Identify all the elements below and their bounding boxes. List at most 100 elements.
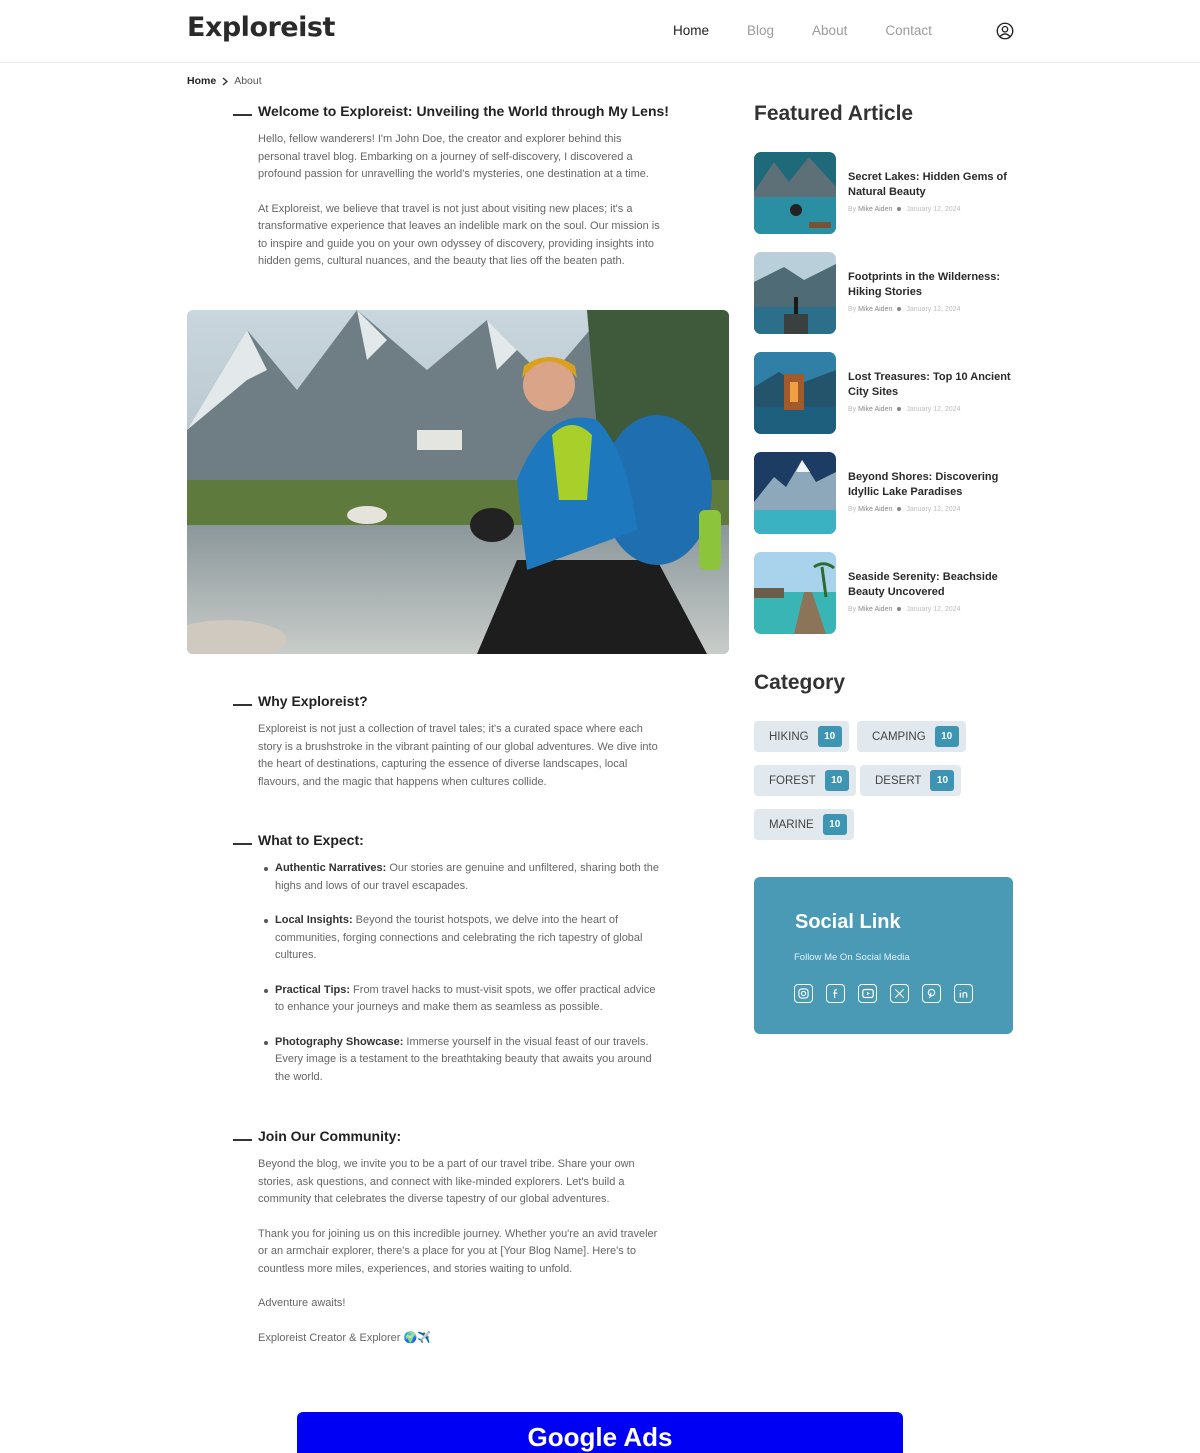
article-author[interactable]: Mike Aiden (858, 406, 892, 413)
why-paragraph: Exploreist is not just a collection of t… (258, 723, 658, 788)
why-heading-row: Why Exploreist? (233, 693, 673, 709)
breadcrumb-current: About (234, 75, 262, 87)
heading-dash (233, 114, 252, 116)
article-date: January 12, 2024 (906, 606, 961, 613)
article-author[interactable]: Mike Aiden (858, 506, 892, 513)
category-chip-desert[interactable]: DESERT 10 (860, 765, 962, 796)
article-meta: By Mike Aiden January 12, 2024 (848, 606, 960, 613)
google-ads-banner[interactable]: Google Ads (297, 1412, 903, 1453)
article-title[interactable]: Seaside Serenity: Beachside Beauty Uncov… (848, 570, 1013, 600)
article-date: January 12, 2024 (906, 406, 961, 413)
site-logo[interactable]: Exploreist (187, 12, 335, 43)
site-header: Exploreist Home Blog About Contact (0, 0, 1200, 63)
main-nav: Home Blog About Contact (673, 23, 970, 38)
community-heading: Join Our Community: (258, 1128, 402, 1144)
article-thumbnail-temple[interactable] (754, 352, 836, 434)
hero-image-hiker (187, 310, 729, 654)
article-title[interactable]: Lost Treasures: Top 10 Ancient City Site… (848, 370, 1013, 400)
nav-about[interactable]: About (812, 23, 847, 38)
community-paragraph-3: Adventure awaits! (258, 1297, 346, 1309)
article-title[interactable]: Footprints in the Wilderness: Hiking Sto… (848, 270, 1013, 300)
dot-separator (897, 407, 902, 412)
article-thumbnail-mountain-lake[interactable] (754, 452, 836, 534)
breadcrumb: Home About (187, 75, 262, 87)
meta-by: By (848, 406, 857, 413)
breadcrumb-home[interactable]: Home (187, 75, 216, 87)
list-item: Practical Tips: From travel hacks to mus… (264, 982, 665, 1017)
nav-home[interactable]: Home (673, 23, 709, 38)
article-title[interactable]: Beyond Shores: Discovering Idyllic Lake … (848, 470, 1013, 500)
social-title: Social Link (795, 911, 901, 933)
community-paragraph-2: Thank you for joining us on this incredi… (258, 1227, 658, 1275)
article-meta: By Mike Aiden January 12, 2024 (848, 206, 960, 213)
welcome-heading: Welcome to Exploreist: Unveiling the Wor… (258, 103, 669, 119)
category-name: HIKING (769, 730, 809, 743)
dot-separator (897, 507, 902, 512)
dot-separator (897, 207, 902, 212)
article-meta: By Mike Aiden January 12, 2024 (848, 506, 960, 513)
category-count-badge: 10 (817, 726, 842, 747)
article-thumbnail-beach[interactable] (754, 552, 836, 634)
list-item-title: Photography Showcase: (275, 1035, 404, 1048)
list-item: Authentic Narratives: Our stories are ge… (264, 860, 665, 895)
x-twitter-icon[interactable] (890, 984, 909, 1003)
category-title: Category (754, 671, 846, 694)
featured-article-card[interactable]: Secret Lakes: Hidden Gems of Natural Bea… (754, 152, 1014, 234)
nav-contact[interactable]: Contact (885, 23, 932, 38)
linkedin-icon[interactable] (954, 984, 973, 1003)
featured-article-title: Featured Article (754, 102, 914, 125)
heading-dash (233, 1139, 252, 1141)
heading-dash (233, 704, 252, 706)
article-author[interactable]: Mike Aiden (858, 606, 892, 613)
category-name: MARINE (769, 818, 814, 831)
category-count-badge: 10 (934, 726, 959, 747)
meta-by: By (848, 506, 857, 513)
article-meta: By Mike Aiden January 12, 2024 (848, 306, 960, 313)
article-thumbnail-lake[interactable] (754, 152, 836, 234)
youtube-icon[interactable] (858, 984, 877, 1003)
social-link-card: Social Link Follow Me On Social Media (754, 877, 1013, 1034)
article-date: January 12, 2024 (906, 206, 961, 213)
chevron-right-icon (222, 76, 229, 86)
why-heading: Why Exploreist? (258, 693, 368, 709)
why-section: Why Exploreist? Exploreist is not just a… (233, 693, 673, 791)
category-count-badge: 10 (824, 770, 849, 791)
article-author[interactable]: Mike Aiden (858, 306, 892, 313)
category-chip-forest[interactable]: FOREST 10 (754, 765, 856, 796)
category-chip-marine[interactable]: MARINE 10 (754, 809, 854, 840)
featured-article-card[interactable]: Seaside Serenity: Beachside Beauty Uncov… (754, 552, 1014, 634)
community-heading-row: Join Our Community: (233, 1128, 673, 1144)
ads-label: Google Ads (527, 1422, 673, 1452)
list-item-title: Authentic Narratives: (275, 862, 387, 874)
category-count-badge: 10 (930, 770, 955, 791)
community-paragraph-1: Beyond the blog, we invite you to be a p… (258, 1158, 635, 1205)
article-author[interactable]: Mike Aiden (858, 206, 892, 213)
instagram-icon[interactable] (794, 984, 813, 1003)
article-meta: By Mike Aiden January 12, 2024 (848, 406, 960, 413)
article-title[interactable]: Secret Lakes: Hidden Gems of Natural Bea… (848, 170, 1013, 200)
facebook-icon[interactable] (826, 984, 845, 1003)
list-item: Photography Showcase: Immerse yourself i… (264, 1034, 665, 1087)
expect-heading: What to Expect: (258, 832, 364, 848)
nav-blog[interactable]: Blog (747, 23, 774, 38)
category-chip-camping[interactable]: CAMPING 10 (857, 721, 966, 752)
featured-article-card[interactable]: Lost Treasures: Top 10 Ancient City Site… (754, 352, 1014, 434)
meta-by: By (848, 306, 857, 313)
expect-section: What to Expect: Authentic Narratives: Ou… (233, 832, 673, 1103)
category-name: DESERT (875, 774, 922, 787)
user-circle-icon[interactable] (996, 22, 1014, 40)
featured-article-card[interactable]: Beyond Shores: Discovering Idyllic Lake … (754, 452, 1014, 534)
dot-separator (897, 307, 902, 312)
list-item-title: Local Insights: (275, 914, 353, 926)
article-thumbnail-hiker[interactable] (754, 252, 836, 334)
heading-dash (233, 843, 252, 845)
meta-by: By (848, 206, 857, 213)
category-count-badge: 10 (822, 814, 847, 835)
welcome-paragraph-2: At Exploreist, we believe that travel is… (258, 202, 660, 268)
welcome-paragraph-1: Hello, fellow wanderers! I'm John Doe, t… (258, 133, 649, 180)
featured-article-card[interactable]: Footprints in the Wilderness: Hiking Sto… (754, 252, 1014, 334)
welcome-heading-row: Welcome to Exploreist: Unveiling the Wor… (233, 103, 673, 119)
pinterest-icon[interactable] (922, 984, 941, 1003)
category-chip-hiking[interactable]: HIKING 10 (754, 721, 849, 752)
expect-heading-row: What to Expect: (233, 832, 673, 848)
